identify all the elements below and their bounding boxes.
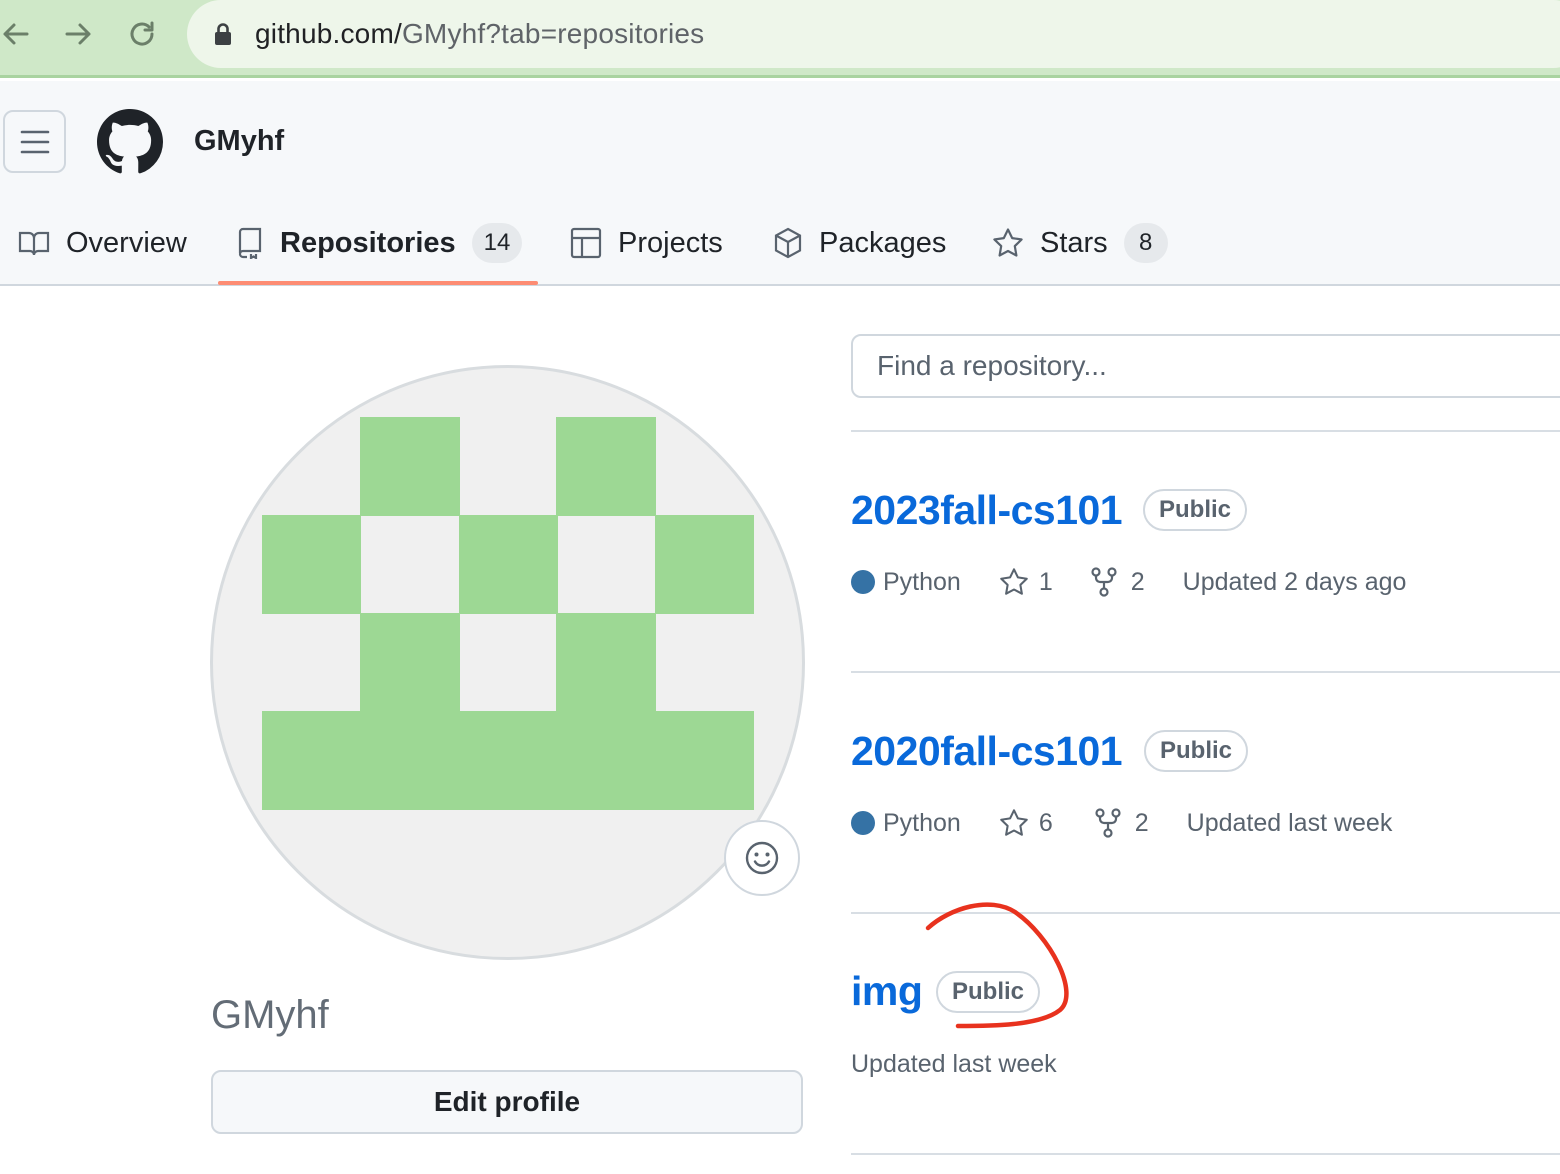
language: Python (851, 568, 961, 597)
stars-link[interactable]: 6 (999, 808, 1053, 838)
language: Python (851, 809, 961, 838)
url-path: GMyhf?tab=repositories (401, 18, 705, 49)
tab-packages[interactable]: Packages (773, 201, 946, 285)
profile-name: GMyhf (211, 993, 329, 1037)
stars-count: 6 (1038, 808, 1053, 837)
divider (851, 430, 1560, 432)
star-icon (1000, 809, 1028, 836)
divider (851, 1153, 1560, 1155)
repository-search-input[interactable] (851, 334, 1560, 398)
language-color-dot (851, 811, 875, 835)
stars-count: 1 (1038, 567, 1053, 596)
arrow-right-icon (65, 23, 91, 45)
language-label: Python (883, 567, 961, 596)
language-color-dot (851, 570, 875, 594)
repo-link[interactable]: 2023fall-cs101 (851, 487, 1123, 534)
tab-packages-label: Packages (819, 226, 947, 259)
smiley-icon (745, 841, 779, 875)
table-icon (570, 227, 602, 259)
profile-tabs: Overview Repositories 14 Projects Packag… (0, 201, 1560, 285)
divider (851, 671, 1560, 673)
package-icon (774, 227, 802, 259)
address-bar[interactable]: github.com/GMyhf?tab=repositories (187, 0, 1560, 68)
set-status-button[interactable] (724, 820, 800, 896)
avatar-pixel (262, 711, 754, 810)
forks-count: 2 (1134, 808, 1149, 837)
url-host: github.com/ (255, 18, 402, 49)
tab-projects[interactable]: Projects (570, 201, 723, 285)
url-text: github.com/GMyhf?tab=repositories (255, 18, 704, 50)
visibility-badge: Public (1143, 489, 1248, 531)
repo-link[interactable]: img (851, 968, 923, 1015)
avatar-pixel (360, 613, 460, 712)
annotation-mark (925, 902, 1069, 1029)
updated-text: Updated last week (851, 1049, 1057, 1078)
lock-icon (213, 22, 233, 46)
forks-link[interactable]: 2 (1095, 808, 1149, 838)
tab-repositories[interactable]: Repositories 14 (236, 201, 523, 285)
updated-text: Updated 2 days ago (1182, 567, 1407, 596)
fork-icon (1095, 808, 1121, 838)
tab-overview-label: Overview (66, 226, 187, 259)
github-logo-icon[interactable] (97, 109, 163, 175)
reload-button[interactable] (122, 14, 162, 54)
repositories-counter: 14 (471, 223, 523, 263)
tab-stars[interactable]: Stars 8 (992, 201, 1168, 285)
tab-stars-label: Stars (1040, 226, 1108, 259)
forward-button[interactable] (58, 14, 98, 54)
hamburger-icon (20, 130, 49, 153)
star-icon (993, 228, 1023, 257)
stars-link[interactable]: 1 (999, 567, 1053, 597)
updated-text: Updated last week (1186, 808, 1393, 837)
star-icon (1000, 568, 1028, 595)
browser-toolbar: github.com/GMyhf?tab=repositories (0, 0, 1560, 78)
forks-link[interactable]: 2 (1091, 567, 1145, 597)
book-icon (18, 231, 50, 256)
tab-repositories-label: Repositories (280, 226, 456, 259)
header-username[interactable]: GMyhf (194, 125, 284, 158)
github-header: GMyhf Overview Repositories 14 Projects … (0, 81, 1560, 286)
avatar-pixel (459, 515, 558, 614)
edit-profile-button[interactable]: Edit profile (211, 1070, 803, 1134)
arrow-left-icon (3, 23, 29, 45)
repo-icon (238, 227, 262, 259)
stars-counter: 8 (1123, 223, 1168, 263)
visibility-badge: Public (1144, 730, 1249, 772)
tab-overview[interactable]: Overview (18, 201, 187, 285)
avatar-pixel (556, 613, 656, 712)
avatar[interactable] (210, 365, 805, 960)
avatar-pixel (262, 515, 361, 614)
avatar-pixel (556, 417, 656, 516)
back-button[interactable] (0, 14, 36, 54)
fork-icon (1091, 567, 1117, 597)
repo-link[interactable]: 2020fall-cs101 (851, 728, 1123, 775)
forks-count: 2 (1130, 567, 1145, 596)
avatar-pixel (655, 515, 754, 614)
repo-meta: Updated last week (851, 1044, 1057, 1084)
repo-meta: Python 1 2 Updated 2 days ago (851, 562, 1406, 602)
active-tab-indicator (218, 281, 538, 285)
repo-meta: Python 6 2 Updated last week (851, 803, 1392, 843)
avatar-pixel (360, 417, 460, 516)
language-label: Python (883, 808, 961, 837)
avatar-container (210, 365, 805, 960)
tab-projects-label: Projects (618, 226, 723, 259)
menu-button[interactable] (3, 110, 66, 173)
reload-icon (130, 21, 154, 46)
